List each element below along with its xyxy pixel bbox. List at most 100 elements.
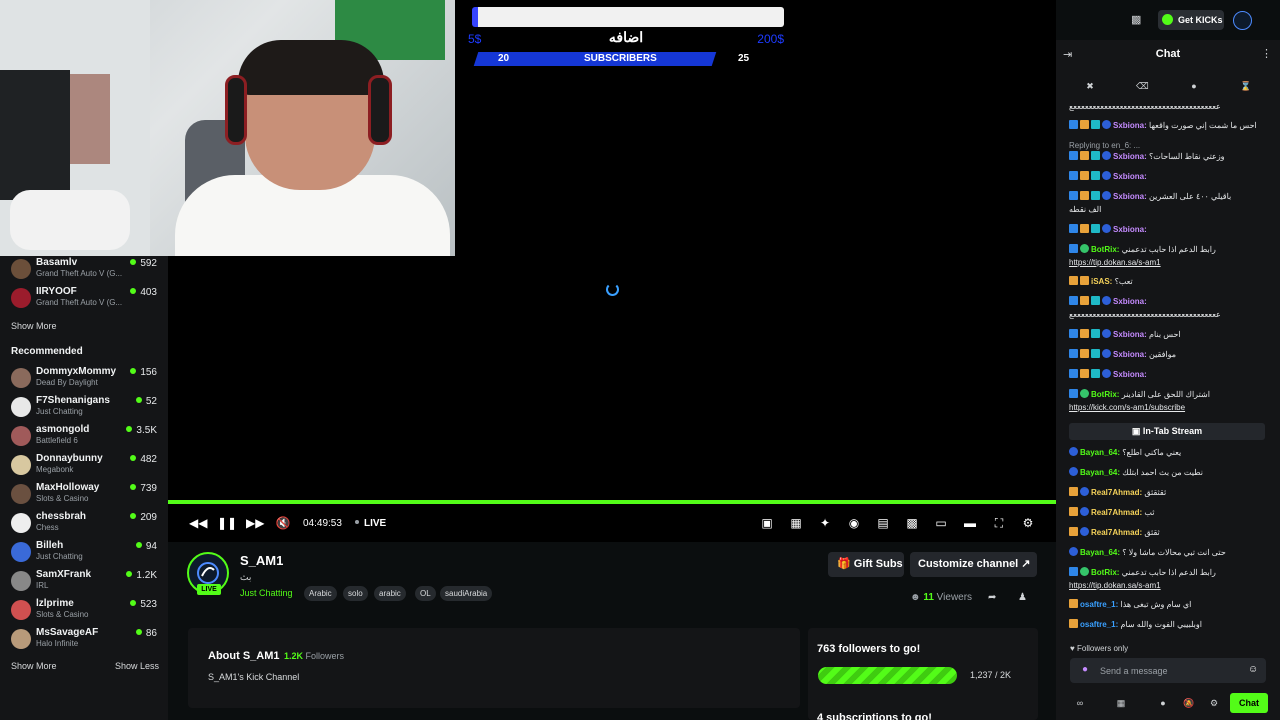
chat-username[interactable]: Sxbiona: [1113,370,1147,379]
pip-icon[interactable]: ▩ [904,515,920,531]
followers-only-notice: ♥ Followers only [1070,644,1128,653]
chat-username[interactable]: Bayan_64: [1080,468,1120,477]
chat-text: باقيلي ٤٠٠ على العشرين [1149,192,1232,201]
settings-gear-icon[interactable]: ⚙ [1020,515,1036,531]
sidebar-recommended-item[interactable]: DommyxMommy Dead By Daylight 156 [0,365,168,394]
sidebar-channel-item[interactable]: Basamlv Grand Theft Auto V (G... 592 [0,256,168,285]
chat-message: https://tip.dokan.sa/s-am1 [1069,579,1269,592]
viewer-count-value: 86 [145,628,157,639]
chat-username[interactable]: BotRix: [1091,390,1119,399]
tag-arabic[interactable]: Arabic [304,586,337,601]
video-player[interactable] [455,0,1056,500]
stream-category-link[interactable]: Just Chatting [240,588,293,598]
chat-link[interactable]: https://tip.dokan.sa/s-am1 [1069,581,1161,590]
stats-icon[interactable]: ▤ [875,515,891,531]
chat-username[interactable]: Sxbiona: [1113,330,1147,339]
microphone-icon[interactable]: ● [1082,664,1088,675]
sidebar-recommended-item[interactable]: F7Shenanigans Just Chatting 52 [0,394,168,423]
chat-username[interactable]: Sxbiona: [1113,350,1147,359]
chat-message-input[interactable] [1100,663,1240,678]
notifications-off-icon[interactable]: 🔕 [1182,696,1196,710]
chat-menu-icon[interactable]: ⋮ [1261,47,1272,60]
viewer-count: 739 [130,483,157,494]
chat-username[interactable]: Sxbiona: [1113,192,1147,201]
channel-name: S_AM1 [240,553,284,568]
tag-arabic-lower[interactable]: arabic [374,586,406,601]
show-more-following-link[interactable]: Show More [11,321,57,331]
sidebar-recommended-item[interactable]: SamXFrank IRL 1.2K [0,568,168,597]
tv-icon[interactable]: ▭ [933,515,949,531]
sidebar-recommended-item[interactable]: asmongold Battlefield 6 3.5K [0,423,168,452]
live-dot-icon [130,484,137,490]
chat-username[interactable]: Real7Ahmad: [1091,528,1142,537]
chat-username[interactable]: Bayan_64: [1080,548,1120,557]
emoji-icon[interactable]: ☺ [1248,664,1258,675]
pin-icon[interactable]: ✖ [1084,80,1096,92]
kick-emotes-icon[interactable]: ∞ [1073,696,1087,710]
in-tab-label: In-Tab Stream [1142,426,1203,436]
tag-ol[interactable]: OL [415,586,436,601]
sidebar-recommended-item[interactable]: lzlprime Slots & Casino 523 [0,597,168,626]
chat-username[interactable]: Sxbiona: [1113,297,1147,306]
chat-bubbles-icon[interactable]: ● [1156,696,1170,710]
in-tab-stream-button[interactable]: ▣ In-Tab Stream [1069,423,1265,440]
follow-user-icon[interactable]: ♟ [1018,592,1027,603]
sidebar-channel-item[interactable]: IIRYOOF Grand Theft Auto V (G... 403 [0,285,168,314]
theater-icon[interactable]: ▬ [962,515,978,531]
rewind-icon[interactable]: ◀◀ [189,515,207,531]
chat-username[interactable]: Sxbiona: [1113,152,1147,161]
clip-icon[interactable]: ▣ [759,515,775,531]
chat-username[interactable]: Real7Ahmad: [1091,488,1142,497]
tag-solo[interactable]: solo [343,586,368,601]
trash-icon[interactable]: ⌫ [1136,80,1149,92]
about-title: About S_AM1 [208,650,280,662]
chat-username[interactable]: Bayan_64: [1080,448,1120,457]
chat-link[interactable]: https://kick.com/s-am1/subscribe [1069,403,1185,412]
chat-username[interactable]: osaftre_1: [1080,600,1118,609]
chat-input-box[interactable]: ● ☺ [1070,658,1266,683]
chat-username[interactable]: Sxbiona: [1113,172,1147,181]
chat-settings-icon[interactable]: ⚙ [1207,696,1221,710]
chat-badge-icon [1102,191,1111,200]
sidebar-recommended-item[interactable]: chessbrah Chess 209 [0,510,168,539]
fast-forward-icon[interactable]: ▶▶ [246,515,264,531]
chat-badge-icon [1069,567,1078,576]
user-avatar[interactable] [1233,11,1252,30]
chat-bubble-icon[interactable]: ● [1188,80,1200,92]
sidebar-recommended-item[interactable]: MsSavageAF Halo Infinite 86 [0,626,168,655]
chat-username[interactable]: BotRix: [1091,568,1119,577]
chat-badge-icon [1069,224,1078,233]
chat-username[interactable]: iSAS: [1091,277,1112,286]
share-icon[interactable]: ➦ [988,592,996,603]
pause-icon[interactable]: ❚❚ [217,515,237,531]
webcam-object [10,190,130,250]
sidebar-recommended-item[interactable]: Donnaybunny Megabonk 482 [0,452,168,481]
muted-volume-icon[interactable]: 🔇 [275,515,291,531]
chat-username[interactable]: Sxbiona: [1113,121,1147,130]
sidebar-recommended-item[interactable]: MaxHolloway Slots & Casino 739 [0,481,168,510]
gift-subs-button[interactable]: 🎁 Gift Subs [828,552,904,577]
tag-saudiarabia[interactable]: saudiArabia [440,586,493,601]
send-chat-button[interactable]: Chat [1230,693,1268,713]
chat-username[interactable]: BotRix: [1091,245,1119,254]
customize-channel-button[interactable]: Customize channel ↗ [910,552,1037,577]
chat-text: الف نقطه [1069,205,1102,214]
sidebar-recommended-item[interactable]: Billeh Just Chatting 94 [0,539,168,568]
replay-icon[interactable]: ◉ [846,515,862,531]
store-icon[interactable]: ▦ [1114,696,1128,710]
controller-icon[interactable]: ▩ [1131,13,1141,26]
show-more-recommended-link[interactable]: Show More [11,661,57,671]
chat-link[interactable]: https://tip.dokan.sa/s-am1 [1069,258,1161,267]
viewer-count: 86 [135,628,157,639]
crop-icon[interactable]: ▦ [788,515,804,531]
chat-username[interactable]: Real7Ahmad: [1091,508,1142,517]
live-indicator[interactable]: LIVE [355,518,386,529]
viewer-count: 1.2K [126,570,157,581]
chat-username[interactable]: Sxbiona: [1113,225,1147,234]
chat-username[interactable]: osaftre_1: [1080,620,1118,629]
video-player-lower[interactable] [168,256,455,500]
show-less-link[interactable]: Show Less [115,661,159,671]
fullscreen-icon[interactable]: ⛶ [991,515,1007,531]
sparkle-icon[interactable]: ✦ [817,515,833,531]
hourglass-icon[interactable]: ⌛ [1240,80,1252,92]
